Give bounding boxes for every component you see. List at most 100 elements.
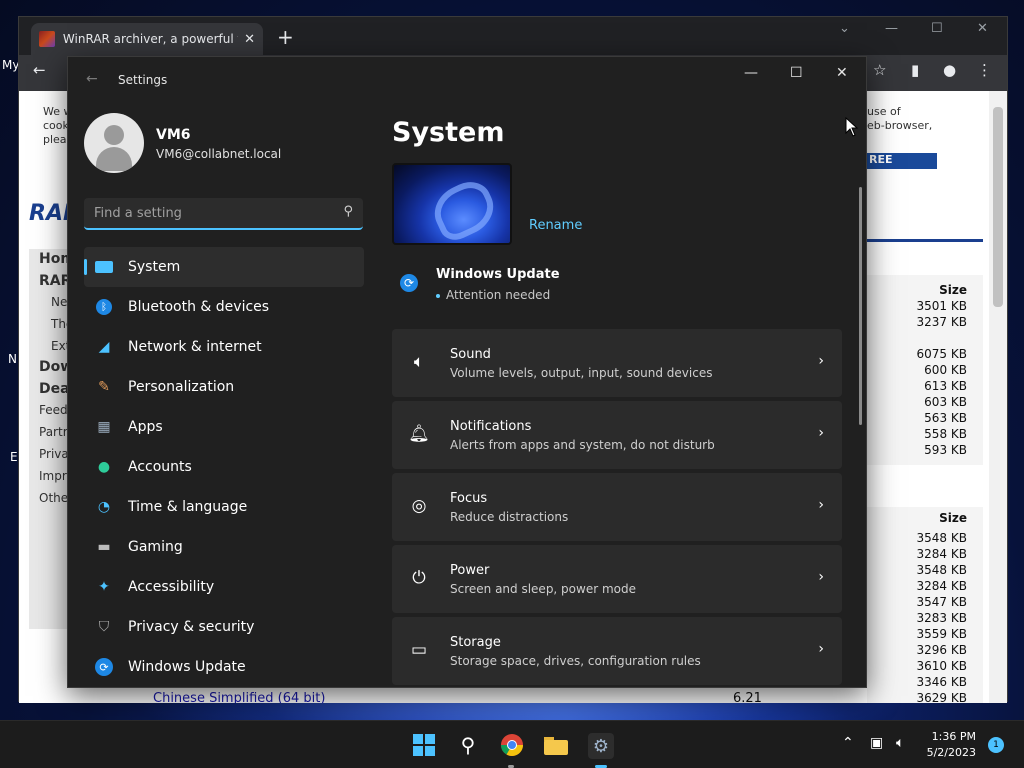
menu-item[interactable]: Feed (39, 403, 68, 417)
avatar[interactable] (84, 113, 144, 173)
clock[interactable]: 1:36 PM 5/2/2023 (927, 729, 976, 761)
chevron-right-icon: › (818, 425, 824, 441)
windows-update-status-text: Attention needed (436, 288, 550, 302)
start-icon[interactable] (412, 733, 436, 757)
chevron-up-icon[interactable]: ⌃ (842, 735, 854, 751)
nav-item-apps[interactable]: ▦ Apps (84, 407, 364, 447)
nav-label: Privacy & security (128, 619, 255, 635)
card-subtitle: Screen and sleep, power mode (450, 582, 636, 596)
bluetooth-icon: ᛒ (94, 297, 114, 317)
file-explorer-icon[interactable] (544, 733, 568, 757)
header-divider (863, 239, 983, 242)
desktop-icon-label[interactable]: My (2, 58, 19, 72)
table-cell-size: 3284 KB (916, 547, 967, 561)
table-header-size: Size (939, 283, 967, 297)
nav-item-network[interactable]: ◢ Network & internet (84, 327, 364, 367)
network-icon[interactable]: ▣ (870, 735, 883, 751)
table-cell-size: 563 KB (924, 411, 967, 425)
notification-badge[interactable]: 1 (988, 737, 1004, 753)
maximize-button[interactable]: ☐ (790, 65, 803, 81)
chrome-tab[interactable]: WinRAR archiver, a powerful too ✕ (31, 23, 263, 55)
notifications-card[interactable]: 🔔︎ Notifications Alerts from apps and sy… (392, 401, 842, 469)
tab-search-icon[interactable]: ⌄ (839, 21, 850, 36)
download-link[interactable]: Chinese Simplified (64 bit) (153, 691, 325, 703)
cookie-accept-button[interactable]: REE (863, 153, 937, 169)
nav-item-time-language[interactable]: ◔ Time & language (84, 487, 364, 527)
close-button[interactable]: ✕ (836, 65, 848, 81)
back-arrow-icon[interactable]: ← (86, 71, 98, 87)
clock-time: 1:36 PM (931, 730, 976, 743)
side-panel-icon[interactable]: ▮ (911, 61, 919, 79)
rename-link[interactable]: Rename (529, 218, 582, 233)
search-icon[interactable]: ⚲ (343, 204, 353, 219)
scrollbar-thumb[interactable] (993, 107, 1003, 307)
nav-label: Personalization (128, 379, 235, 395)
desktop-icon-label[interactable]: N (8, 352, 17, 366)
new-tab-button[interactable]: + (277, 25, 294, 49)
table-cell-size: 3629 KB (916, 691, 967, 703)
menu-item[interactable]: Impr (39, 469, 67, 483)
profile-icon[interactable]: ● (943, 61, 956, 79)
table-cell-size: 3547 KB (916, 595, 967, 609)
chrome-icon[interactable] (500, 733, 524, 757)
focus-card[interactable]: ◎ Focus Reduce distractions › (392, 473, 842, 541)
tab-title: WinRAR archiver, a powerful too (62, 32, 239, 46)
chrome-close-button[interactable]: ✕ (977, 21, 988, 36)
table-header-size: Size (939, 511, 967, 525)
chrome-maximize-button[interactable]: ☐ (931, 21, 943, 36)
storage-card[interactable]: ▭ Storage Storage space, drives, configu… (392, 617, 842, 685)
settings-window: ← Settings — ☐ ✕ VM6 VM6@collabnet.local… (67, 56, 867, 688)
gamepad-icon: ▬ (97, 539, 111, 555)
card-subtitle: Reduce distractions (450, 510, 569, 524)
nav-label: Bluetooth & devices (128, 299, 270, 315)
search-icon[interactable]: ⚲ (456, 733, 480, 757)
nav-item-windows-update[interactable]: ⟳ Windows Update (84, 647, 364, 687)
chrome-minimize-button[interactable]: — (885, 21, 898, 36)
card-title: Notifications (450, 419, 532, 434)
table-cell-size: 3296 KB (916, 643, 967, 657)
desktop-icon-label[interactable]: E (10, 450, 18, 464)
nav-label: Gaming (128, 539, 183, 555)
brush-icon: ✎ (98, 379, 110, 395)
menu-item[interactable]: Priva (39, 447, 69, 461)
sound-card[interactable]: 🔈︎ Sound Volume levels, output, input, s… (392, 329, 842, 397)
nav-item-bluetooth[interactable]: ᛒ Bluetooth & devices (84, 287, 364, 327)
table-cell-size: 603 KB (924, 395, 967, 409)
back-arrow-icon[interactable]: ← (33, 61, 46, 79)
nav-item-system[interactable]: System (84, 247, 364, 287)
nav-label: Network & internet (128, 339, 262, 355)
version-cell: 6.21 (733, 691, 762, 703)
volume-icon[interactable]: 🔈︎ (896, 735, 904, 751)
nav-item-accounts[interactable]: ● Accounts (84, 447, 364, 487)
speaker-icon: 🔈︎ (413, 352, 425, 372)
menu-item[interactable]: Dea (39, 381, 70, 397)
nav-item-privacy[interactable]: ⛉ Privacy & security (84, 607, 364, 647)
taskbar: ⚲ ⚙ ⌃ ▣ 🔈︎ 1:36 PM 5/2/2023 1 (0, 720, 1024, 768)
page-scrollbar[interactable] (989, 91, 1007, 703)
nav-item-personalization[interactable]: ✎ Personalization (84, 367, 364, 407)
table-cell-size: 3501 KB (916, 299, 967, 313)
chrome-menu-icon[interactable]: ⋮ (977, 61, 992, 79)
settings-nav: System ᛒ Bluetooth & devices ◢ Network &… (84, 247, 364, 687)
minimize-button[interactable]: — (744, 65, 758, 81)
clock-date: 5/2/2023 (926, 746, 976, 759)
settings-icon[interactable]: ⚙ (588, 733, 614, 759)
system-icon (94, 257, 114, 277)
settings-search-box[interactable]: ⚲ (84, 198, 363, 230)
bookmark-star-icon[interactable]: ☆ (873, 61, 886, 79)
nav-item-gaming[interactable]: ▬ Gaming (84, 527, 364, 567)
table-cell-size: 613 KB (924, 379, 967, 393)
table-cell-size: 3548 KB (916, 531, 967, 545)
apps-icon: ▦ (97, 419, 111, 435)
menu-item[interactable]: Partr (39, 425, 68, 439)
menu-item[interactable]: Ne (51, 295, 67, 309)
tab-close-icon[interactable]: ✕ (244, 32, 255, 47)
menu-item[interactable]: Othe (39, 491, 68, 505)
settings-scrollbar[interactable] (859, 187, 862, 425)
power-card[interactable]: ⏻ Power Screen and sleep, power mode › (392, 545, 842, 613)
search-input[interactable] (94, 202, 324, 224)
user-email: VM6@collabnet.local (156, 147, 282, 161)
power-icon: ⏻ (412, 568, 426, 588)
nav-item-accessibility[interactable]: ✦ Accessibility (84, 567, 364, 607)
card-subtitle: Alerts from apps and system, do not dist… (450, 438, 715, 452)
